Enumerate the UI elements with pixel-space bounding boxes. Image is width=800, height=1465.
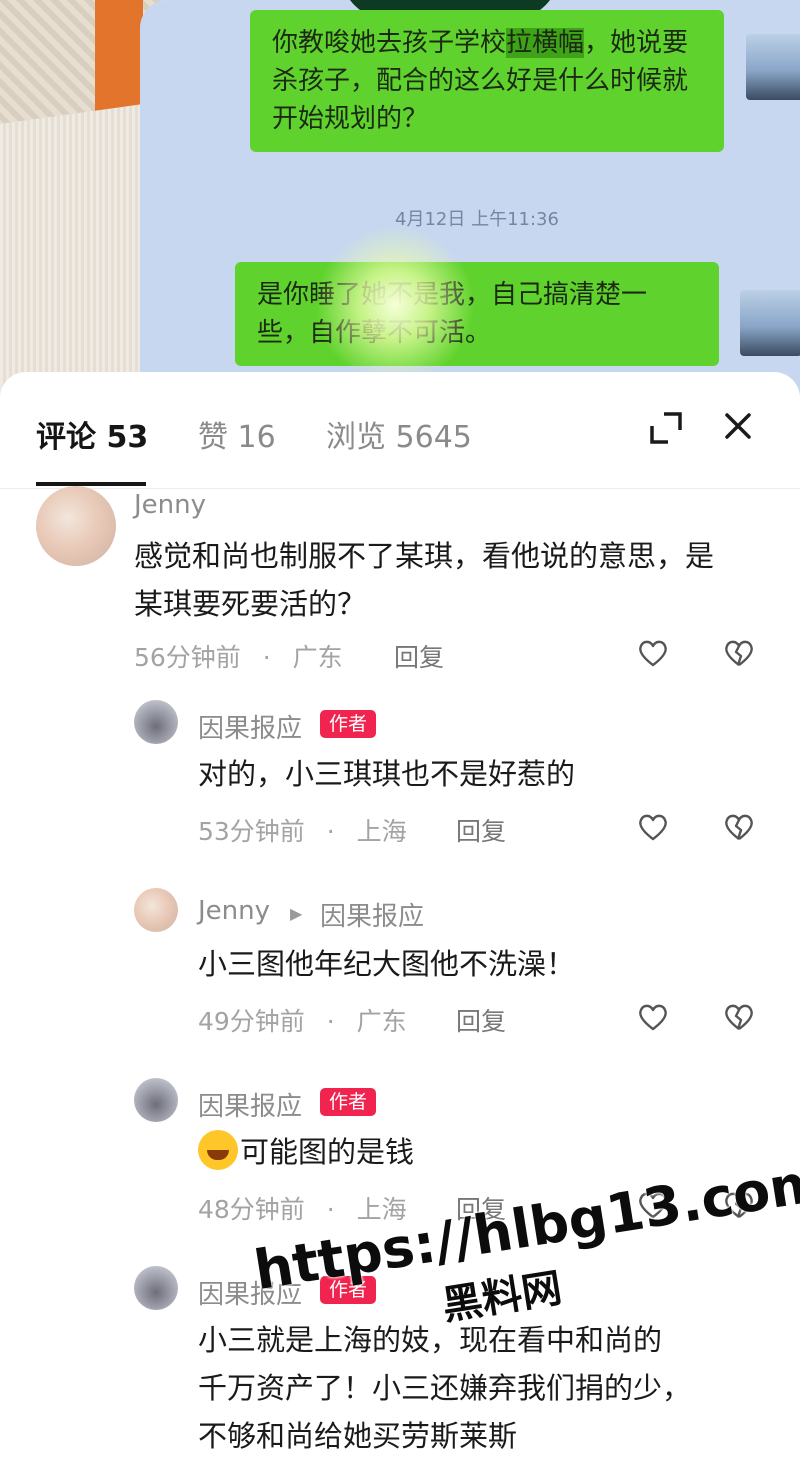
reply-arrow-icon: ▶ — [290, 904, 303, 923]
comment-meta: 49分钟前 · 广东 — [198, 1002, 407, 1038]
active-tab-indicator — [36, 482, 146, 486]
chat-screenshot-photo: 你教唆她去孩子学校拉横幅，她说要杀孩子，配合的这么好是什么时候就开始规划的？ 4… — [0, 0, 800, 400]
chat-avatar-1 — [746, 34, 800, 100]
avatar[interactable] — [134, 1266, 178, 1310]
tab-likes[interactable]: 赞 16 — [198, 412, 276, 456]
comment-text: 对的，小三琪琪也不是好惹的 — [198, 757, 576, 791]
reply-to-username[interactable]: 因果报应 — [320, 896, 424, 933]
author-badge: 作者 — [320, 1088, 377, 1116]
avatar[interactable] — [134, 888, 178, 932]
comment-username[interactable]: Jenny — [134, 490, 206, 520]
rolling-laughing-emoji-icon — [198, 1130, 238, 1170]
avatar[interactable] — [36, 486, 116, 566]
comment-username[interactable]: Jenny — [198, 896, 270, 926]
comment-time: 56分钟前 — [134, 643, 241, 672]
meta-separator: · — [262, 643, 271, 672]
comment-meta: 56分钟前 · 广东 — [134, 638, 343, 674]
heart-icon[interactable] — [637, 1190, 669, 1220]
light-glare — [315, 225, 475, 385]
chat-avatar-2 — [740, 290, 800, 356]
author-badge: 作者 — [320, 1276, 377, 1304]
comment-text: 感觉和尚也制服不了某琪，看他说的意思，是某琪要死要活的？ — [134, 539, 715, 621]
heart-icon[interactable] — [637, 638, 669, 668]
broken-heart-icon[interactable] — [723, 1190, 755, 1220]
meta-separator: · — [326, 1195, 335, 1224]
author-badge: 作者 — [320, 710, 377, 738]
comment-text-line: 不够和尚给她买劳斯莱斯 — [198, 1419, 518, 1453]
meta-separator: · — [326, 1007, 335, 1036]
chat-bubble-2: 是你睡了她不是我，自己搞清楚一些，自作孽不可活。 — [235, 262, 719, 366]
broken-heart-icon[interactable] — [723, 812, 755, 842]
avatar[interactable] — [134, 1078, 178, 1122]
comment-time: 53分钟前 — [198, 817, 305, 846]
comment-time: 49分钟前 — [198, 1007, 305, 1036]
comment-text-line: 小三就是上海的妓，现在看中和尚的 — [198, 1323, 663, 1357]
comment-location: 广东 — [292, 643, 343, 672]
broken-heart-icon[interactable] — [723, 1002, 755, 1032]
expand-icon[interactable] — [648, 410, 684, 446]
heart-icon[interactable] — [637, 1002, 669, 1032]
comment-meta: 48分钟前 · 上海 — [198, 1190, 407, 1226]
comment-text: 可能图的是钱 — [198, 1128, 738, 1176]
comment-username[interactable]: 因果报应 — [198, 708, 302, 745]
close-icon[interactable] — [722, 410, 754, 442]
comment-username[interactable]: 因果报应 — [198, 1086, 302, 1123]
reply-button[interactable]: 回复 — [456, 812, 506, 848]
tab-comments[interactable]: 评论 53 — [36, 412, 148, 456]
comment-location: 广东 — [356, 1007, 407, 1036]
sheet-header: 评论 53 赞 16 浏览 5645 — [0, 372, 800, 489]
comment-username[interactable]: 因果报应 — [198, 1274, 302, 1311]
comment-text-line: 千万资产了！小三还嫌弃我们捐的少， — [198, 1371, 692, 1405]
broken-heart-icon[interactable] — [723, 638, 755, 668]
chat-timestamp: 4月12日 上午11:36 — [395, 209, 559, 230]
reply-button[interactable]: 回复 — [394, 638, 444, 674]
heart-icon[interactable] — [637, 812, 669, 842]
comment-text: 小三图他年纪大图他不洗澡！ — [198, 947, 576, 981]
comment-location: 上海 — [356, 1195, 407, 1224]
reply-button[interactable]: 回复 — [456, 1002, 506, 1038]
tab-views[interactable]: 浏览 5645 — [326, 412, 472, 456]
comment-sheet: 评论 53 赞 16 浏览 5645 Jenny 感觉和尚也制服不了某琪，看他说… — [0, 372, 800, 1465]
reply-button[interactable]: 回复 — [456, 1190, 506, 1226]
chat-bubble-1: 你教唆她去孩子学校拉横幅，她说要杀孩子，配合的这么好是什么时候就开始规划的？ — [250, 10, 724, 152]
meta-separator: · — [326, 817, 335, 846]
comment-location: 上海 — [356, 817, 407, 846]
comment-meta: 53分钟前 · 上海 — [198, 812, 407, 848]
avatar[interactable] — [134, 700, 178, 744]
comment-time: 48分钟前 — [198, 1195, 305, 1224]
